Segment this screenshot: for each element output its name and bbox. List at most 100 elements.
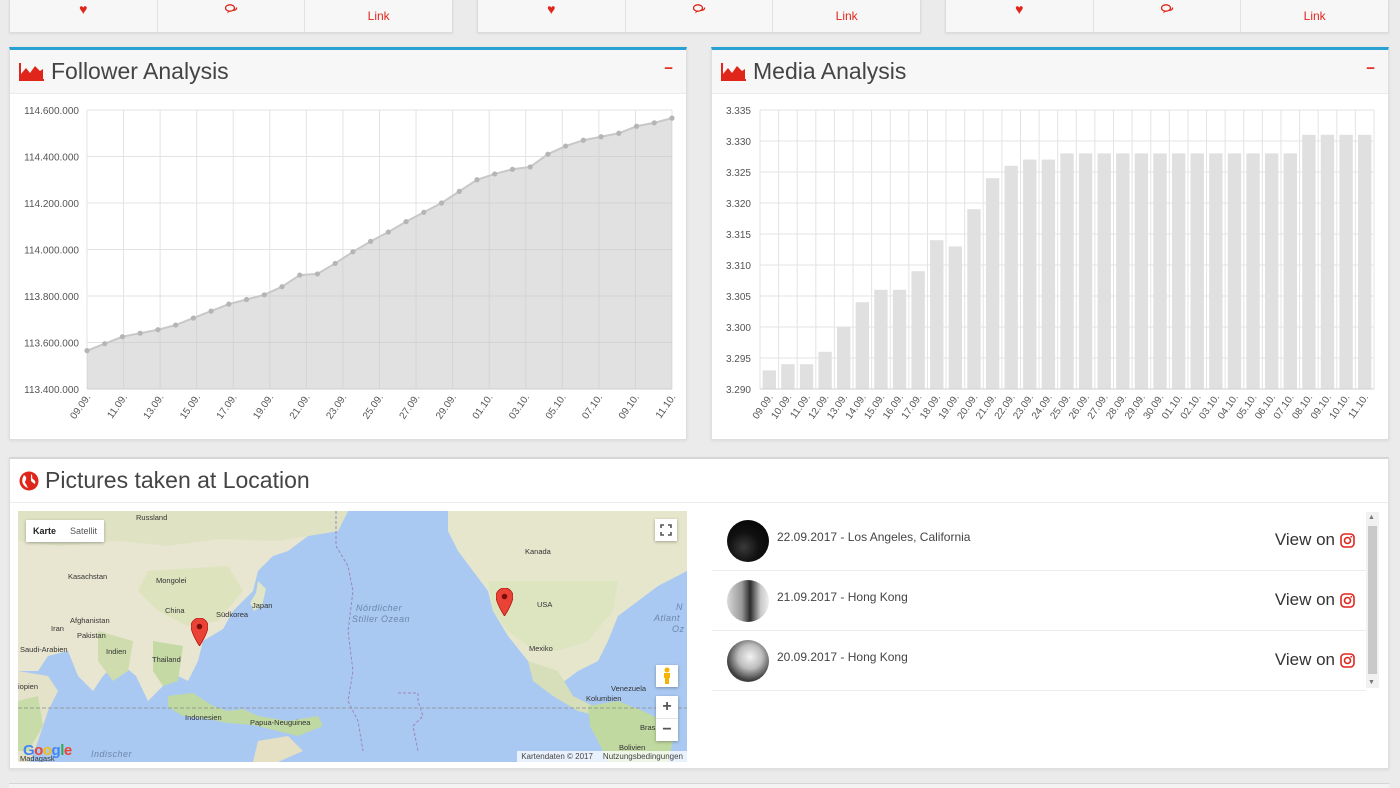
x-tick-label: 29.09. bbox=[434, 392, 459, 421]
map-marker-icon[interactable] bbox=[496, 588, 513, 616]
list-item: 21.09.2017 - Hong Kong View on bbox=[712, 571, 1366, 631]
picture-thumbnail[interactable] bbox=[727, 519, 769, 562]
zoom-in-button[interactable]: + bbox=[656, 697, 678, 719]
data-point bbox=[527, 164, 533, 170]
data-point bbox=[243, 296, 250, 303]
map-label: Oz bbox=[672, 624, 685, 634]
data-point bbox=[350, 249, 356, 255]
map-label: Iran bbox=[51, 624, 64, 633]
like-cell[interactable]: ♥ bbox=[478, 0, 626, 32]
scroll-down-icon[interactable]: ▼ bbox=[1368, 679, 1375, 686]
location-map[interactable]: Russland Kasachstan Mongolei China Japan… bbox=[18, 511, 687, 762]
bar bbox=[1302, 134, 1316, 389]
map-terms-link[interactable]: Nutzungsbedingungen bbox=[603, 752, 683, 761]
fullscreen-button[interactable] bbox=[655, 519, 677, 541]
y-tick-label: 113.800.000 bbox=[24, 292, 79, 303]
collapse-button[interactable]: − bbox=[664, 61, 673, 76]
top-link[interactable]: Link bbox=[1304, 9, 1326, 23]
data-point bbox=[137, 330, 143, 336]
map-type-map-button[interactable]: Karte bbox=[26, 520, 63, 542]
data-point bbox=[332, 260, 338, 267]
instagram-icon bbox=[1340, 532, 1355, 548]
x-tick-label: 25.09. bbox=[361, 392, 386, 421]
data-point bbox=[84, 348, 90, 354]
bar bbox=[892, 289, 907, 389]
bar bbox=[1078, 153, 1093, 389]
next-panel-edge bbox=[9, 783, 1389, 788]
zoom-out-button[interactable]: − bbox=[662, 719, 671, 741]
heart-icon: ♥ bbox=[1015, 1, 1024, 17]
bar bbox=[1060, 153, 1074, 389]
data-point bbox=[651, 120, 657, 126]
data-point bbox=[190, 315, 196, 321]
view-on-instagram-link[interactable]: View on bbox=[1275, 590, 1355, 610]
x-tick-label: 19.09. bbox=[251, 392, 276, 421]
panel-title: Pictures taken at Location bbox=[45, 467, 310, 493]
map-label: Japan bbox=[252, 601, 273, 610]
y-tick-label: 3.330 bbox=[726, 137, 751, 148]
street-view-button[interactable] bbox=[656, 665, 678, 687]
media-analysis-panel: Media Analysis − 3.290 3.295 3.300 3.305 3.3… bbox=[711, 47, 1389, 440]
picture-list-scrollbar[interactable]: ▲ ▼ bbox=[1366, 512, 1379, 688]
map-label: iopien bbox=[18, 682, 39, 691]
map-label: Südkorea bbox=[216, 610, 249, 619]
x-tick-label: 05.10. bbox=[544, 392, 569, 421]
picture-thumbnail[interactable] bbox=[727, 639, 769, 682]
top-link[interactable]: Link bbox=[836, 9, 858, 23]
picture-caption: 20.09.2017 - Hong Kong bbox=[777, 649, 908, 664]
like-cell[interactable]: ♥ bbox=[10, 0, 158, 32]
data-point bbox=[598, 134, 604, 140]
view-on-instagram-link[interactable]: View on bbox=[1275, 530, 1355, 550]
x-tick-label: 09.09. bbox=[68, 392, 93, 421]
comment-cell[interactable] bbox=[158, 0, 306, 32]
data-point bbox=[438, 200, 445, 206]
panel-header: Follower Analysis bbox=[10, 50, 686, 94]
data-point bbox=[368, 238, 374, 244]
view-on-label: View on bbox=[1274, 590, 1335, 609]
data-point bbox=[669, 115, 675, 121]
picture-thumbnail[interactable] bbox=[727, 579, 769, 622]
x-tick-label: 15.09. bbox=[178, 392, 203, 421]
y-tick-label: 3.325 bbox=[726, 168, 751, 179]
bar bbox=[1004, 165, 1018, 389]
scrollbar-thumb[interactable] bbox=[1368, 526, 1377, 674]
view-on-instagram-link[interactable]: View on bbox=[1275, 650, 1355, 670]
panel-header: Media Analysis bbox=[712, 50, 1388, 94]
data-point bbox=[456, 188, 462, 194]
map-label: N bbox=[676, 602, 683, 612]
area-chart-icon bbox=[721, 62, 746, 81]
bar bbox=[837, 327, 851, 389]
y-tick-label: 3.335 bbox=[726, 106, 751, 117]
map-label: Saudi-Arabien bbox=[20, 645, 68, 654]
y-tick-label: 113.600.000 bbox=[24, 339, 79, 350]
like-cell[interactable]: ♥ bbox=[946, 0, 1094, 32]
bar bbox=[967, 209, 981, 389]
comments-icon bbox=[1160, 3, 1173, 13]
bar bbox=[1116, 153, 1130, 389]
collapse-button[interactable]: − bbox=[1366, 61, 1375, 76]
x-tick-label: 17.09. bbox=[215, 392, 240, 421]
x-tick-label: 03.10. bbox=[507, 392, 532, 421]
data-point bbox=[633, 123, 640, 129]
bar bbox=[781, 364, 795, 389]
map-type-satellite-button[interactable]: Satellit bbox=[63, 520, 104, 542]
map-label: Indien bbox=[106, 647, 127, 656]
fullscreen-icon bbox=[660, 524, 672, 536]
map-marker-icon[interactable] bbox=[191, 618, 208, 646]
picture-caption: 22.09.2017 - Los Angeles, California bbox=[777, 529, 971, 544]
panel-header: Pictures taken at Location bbox=[10, 459, 1388, 503]
bar bbox=[985, 178, 1000, 389]
comment-cell[interactable] bbox=[626, 0, 774, 32]
scroll-up-icon[interactable]: ▲ bbox=[1368, 514, 1375, 521]
comment-cell[interactable] bbox=[1094, 0, 1242, 32]
zoom-control: + − bbox=[656, 696, 678, 741]
instagram-icon bbox=[1340, 652, 1355, 668]
bar bbox=[1190, 153, 1204, 389]
data-point bbox=[226, 301, 232, 307]
bar bbox=[762, 370, 777, 389]
picture-caption: 21.09.2017 - Hong Kong bbox=[777, 589, 908, 604]
map-label: Venezuela bbox=[611, 684, 647, 693]
instagram-icon bbox=[1340, 592, 1355, 608]
bar bbox=[1023, 159, 1037, 389]
top-link[interactable]: Link bbox=[368, 9, 390, 23]
